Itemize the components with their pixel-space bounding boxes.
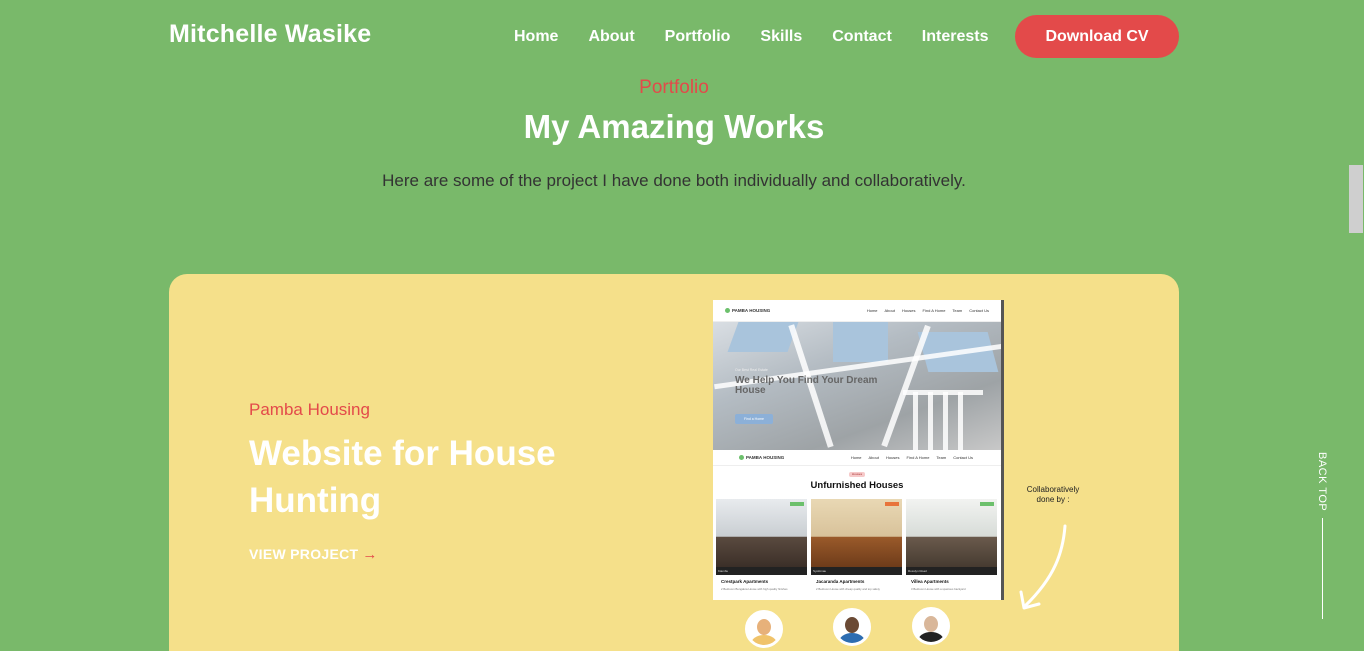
mock-navbar: PAMBA HOUSING Home About Houses Find A Home… [713,300,1001,322]
nav-home[interactable]: Home [514,27,558,47]
section-title: My Amazing Works [523,108,825,145]
mock-hero-heading: We Help You Find Your Dream House [735,375,878,396]
nav-about[interactable]: About [588,27,634,47]
collaboration-note: Collaboratively done by : [1026,485,1080,504]
mock-cards: Kiambu Crestpark Apartments 2 Bedroom Bu… [713,499,1001,591]
mock-hero: Our Best Real Estate We Help You Find Yo… [713,322,1001,450]
collaborator-avatar[interactable] [912,607,950,645]
curved-arrow-icon [1019,524,1067,610]
section-description: Here are some of the project I have done… [382,171,966,190]
nav-interests[interactable]: Interests [922,27,989,47]
mock-card: Rosslyn Road Villea Apartments 3 Bedroom… [906,499,997,591]
brand-logo[interactable]: Mitchelle Wasike [169,20,371,49]
nav-portfolio[interactable]: Portfolio [665,27,731,47]
back-to-top-link[interactable]: BACK TOP [1316,452,1328,511]
mock-card: Syokimau Jacaranda Apartments 2 Bedroom … [811,499,902,591]
project-card: Pamba Housing Website for House Hunting … [169,274,1179,651]
view-project-label: VIEW PROJECT [249,546,359,562]
mock-logo: PAMBA HOUSING [725,308,770,314]
project-title: Website for House Hunting [249,434,556,520]
section-eyebrow: Portfolio [639,77,709,98]
arrow-right-icon: → [362,546,378,563]
main-nav: Home About Portfolio Skills Contact Inte… [514,27,1019,47]
mock-section-heading: Unfurnished Houses [810,480,904,491]
nav-contact[interactable]: Contact [832,27,892,47]
mock-hero-kicker: Our Best Real Estate [735,368,768,372]
download-cv-button[interactable]: Download CV [1015,15,1179,58]
view-project-link[interactable]: VIEW PROJECT → [249,546,378,563]
nav-skills[interactable]: Skills [760,27,802,47]
project-eyebrow: Pamba Housing [249,400,370,419]
scrollbar-track[interactable] [1348,0,1364,651]
mock-navbar-2: PAMBA HOUSING Home About Houses Find A Home… [713,450,1001,466]
collaborator-avatar[interactable] [745,610,783,648]
mock-card: Kiambu Crestpark Apartments 2 Bedroom Bu… [716,499,807,591]
scrollbar-thumb[interactable] [1349,165,1363,233]
mock-tag: Houses [849,472,865,477]
project-screenshot[interactable]: PAMBA HOUSING Home About Houses Find A Home… [713,300,1004,600]
mock-hero-button: Find a Home [735,414,773,424]
back-to-top-line [1322,518,1323,619]
mock-nav-links: Home About Houses Find A Home Team Contact Us [866,308,989,313]
collaborator-avatar[interactable] [833,608,871,646]
